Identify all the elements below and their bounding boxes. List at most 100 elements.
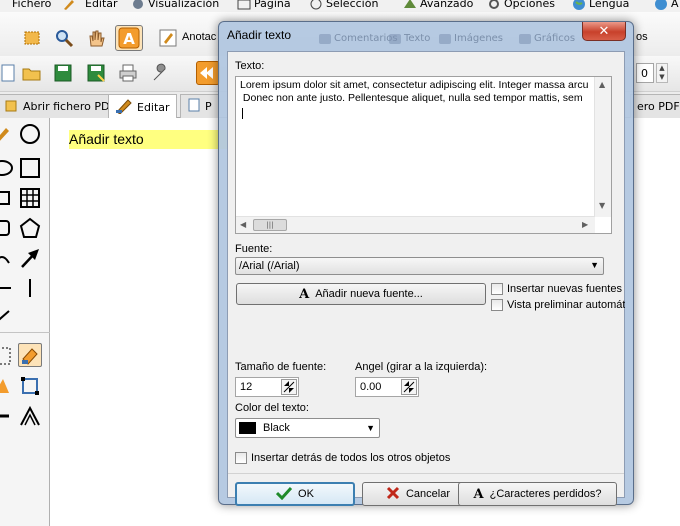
menu-language[interactable]: Lengua <box>572 0 629 10</box>
add-font-button[interactable]: A Añadir nueva fuente... <box>236 283 486 305</box>
save-as-icon[interactable] <box>84 61 108 85</box>
rounded-rect-tool-icon[interactable] <box>0 216 14 240</box>
insert-behind-checkbox[interactable] <box>235 452 247 464</box>
text-caret <box>242 108 243 119</box>
ghost-toolbar-item: Gráficos <box>519 32 575 45</box>
menu-bar: Fichero Editar Visualización Página Sele… <box>0 0 680 12</box>
polygon-tool-icon[interactable] <box>18 216 42 240</box>
open-pdf-tab-icon <box>5 98 19 115</box>
line-tool-icon[interactable] <box>0 276 14 300</box>
open-folder-icon[interactable] <box>20 61 44 85</box>
rectangle-tool-icon[interactable] <box>18 156 42 180</box>
font-label: Fuente: <box>235 243 273 255</box>
tab-open-pdf[interactable]: Abrir fichero PDF <box>0 94 123 118</box>
menu-file[interactable]: Fichero <box>0 0 51 10</box>
first-page-icon[interactable] <box>196 61 220 85</box>
select-area-icon[interactable] <box>20 26 44 50</box>
page-tab-icon <box>187 98 201 115</box>
annotate-icon[interactable] <box>156 26 180 50</box>
dialog-title-bar[interactable]: Añadir texto Comentarios Texto Imágenes … <box>219 22 633 50</box>
text-horizontal-scrollbar[interactable]: ◀ ||| ▶ <box>236 216 595 233</box>
insert-new-fonts-label: Insertar nuevas fuentes <box>507 283 622 295</box>
color-select[interactable]: Black ▼ <box>235 418 380 438</box>
scroll-right-icon[interactable]: ▶ <box>582 220 588 229</box>
circle-tool-icon[interactable] <box>18 122 42 146</box>
diagonal-line-tool-icon[interactable] <box>0 306 14 330</box>
marquee-tool-icon[interactable] <box>0 344 14 368</box>
mountain-tool-icon[interactable] <box>18 404 42 428</box>
annotate-label[interactable]: Anotac <box>182 31 216 43</box>
print-icon[interactable] <box>116 61 140 85</box>
curve-tool-icon[interactable] <box>0 246 14 270</box>
chevron-down-icon: ▼ <box>590 260 599 270</box>
font-size-label: Tamaño de fuente: <box>235 361 327 373</box>
help-icon <box>654 0 668 10</box>
toolbar-right-label: os <box>636 31 648 43</box>
tab-page[interactable]: P <box>180 94 219 118</box>
checkmark-icon <box>275 486 293 503</box>
horizontal-scroll-thumb[interactable]: ||| <box>253 219 287 231</box>
dialog-title: Añadir texto <box>227 28 292 42</box>
text-label: Texto: <box>235 60 265 72</box>
ellipse-tool-icon[interactable] <box>0 156 14 180</box>
menu-edit[interactable]: Editar <box>62 0 118 10</box>
new-document-icon[interactable] <box>0 61 20 85</box>
menu-advanced[interactable]: Avanzado <box>403 0 473 10</box>
font-a-icon: A <box>473 486 484 502</box>
menu-help[interactable]: A <box>654 0 679 10</box>
panel-divider <box>0 332 50 333</box>
menu-view[interactable]: Visualización <box>131 0 219 10</box>
menu-page[interactable]: Página <box>237 0 291 10</box>
spin-arrows-icon[interactable] <box>401 379 417 395</box>
close-icon <box>386 486 400 503</box>
save-icon[interactable] <box>51 61 75 85</box>
wrench-icon[interactable] <box>148 61 172 85</box>
scroll-down-icon[interactable]: ▼ <box>599 201 605 210</box>
tab-edit[interactable]: Editar <box>108 94 177 119</box>
pencil-tool-icon[interactable] <box>0 122 14 146</box>
zoom-icon[interactable] <box>52 26 76 50</box>
dialog-close-button[interactable]: ✕ <box>582 22 626 41</box>
hand-icon[interactable] <box>84 26 108 50</box>
add-text-tool-icon[interactable]: A <box>115 25 143 51</box>
missing-chars-button[interactable]: A ¿Caracteres perdidos? <box>458 482 617 506</box>
color-label: Color del texto: <box>235 402 309 414</box>
transform-tool-icon[interactable] <box>18 374 42 398</box>
text-vertical-scrollbar[interactable]: ▲ ▼ <box>594 77 611 217</box>
menu-selection[interactable]: Selección <box>309 0 378 10</box>
spinner-arrows[interactable]: ▲ ▼ <box>656 63 668 83</box>
font-size-input[interactable]: 12 <box>235 377 299 397</box>
vertical-line-tool-icon[interactable] <box>18 276 42 300</box>
color-swatch <box>239 422 256 434</box>
insert-new-fonts-checkbox[interactable] <box>491 283 503 295</box>
drawing-tools-panel <box>0 118 50 526</box>
pen-tool-icon[interactable] <box>0 404 14 428</box>
edit-tab-icon <box>115 98 133 117</box>
fill-tool-icon[interactable] <box>18 343 42 367</box>
arrow-tool-icon[interactable] <box>18 246 42 270</box>
angle-input[interactable]: 0.00 <box>355 377 419 397</box>
tab-save-pdf[interactable]: ero PDF <box>630 94 680 118</box>
canvas-text-box[interactable]: Añadir texto <box>69 130 231 149</box>
font-select[interactable]: /Arial (/Arial) ▼ <box>235 257 604 275</box>
view-icon <box>131 0 145 10</box>
edit-icon <box>62 0 76 10</box>
menu-options[interactable]: Opciones <box>487 0 555 10</box>
ok-button[interactable]: OK <box>235 482 355 506</box>
text-input[interactable]: Lorem ipsum dolor sit amet, consectetur … <box>235 76 612 234</box>
svg-text:A: A <box>123 30 135 48</box>
page-spinner[interactable]: 0 <box>636 63 654 83</box>
auto-preview-checkbox[interactable] <box>491 299 503 311</box>
box-tool-icon[interactable] <box>0 186 14 210</box>
stamp-tool-icon[interactable] <box>0 374 14 398</box>
button-divider <box>228 473 624 474</box>
scroll-up-icon[interactable]: ▲ <box>599 80 605 89</box>
table-tool-icon[interactable] <box>18 186 42 210</box>
spin-arrows-icon[interactable] <box>281 379 297 395</box>
advanced-icon <box>403 0 417 10</box>
selection-icon <box>309 0 323 10</box>
add-text-dialog: Añadir texto Comentarios Texto Imágenes … <box>218 21 634 506</box>
scroll-left-icon[interactable]: ◀ <box>240 220 246 229</box>
chevron-down-icon: ▼ <box>366 423 375 433</box>
ghost-toolbar-item: Imágenes <box>439 32 503 45</box>
